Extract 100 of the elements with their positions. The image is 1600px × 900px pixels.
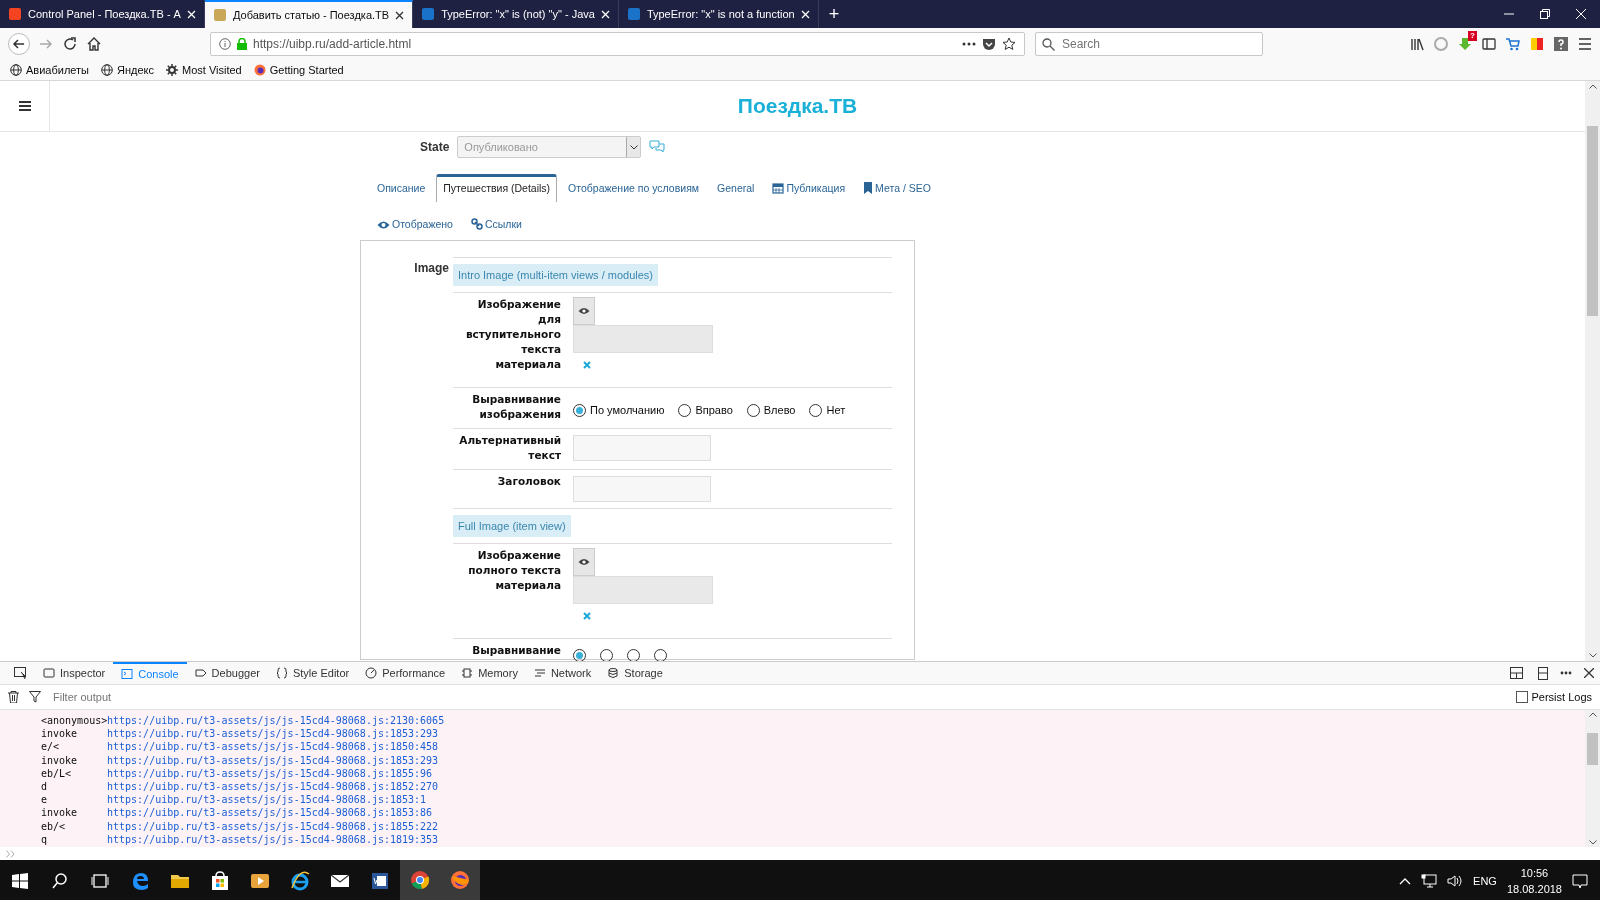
bookmark-item[interactable]: Most Visited: [166, 64, 242, 76]
radio-option[interactable]: По умолчанию: [573, 403, 665, 417]
radio-option[interactable]: Вправо: [678, 403, 733, 417]
chrome-icon[interactable]: [410, 870, 430, 890]
devtools-tab[interactable]: Console: [113, 662, 187, 684]
more-icon[interactable]: [962, 42, 976, 46]
source-link[interactable]: https://uibp.ru/t3-assets/js/js-15cd4-98068.js:1855:96: [107, 766, 433, 780]
sidebar-icon[interactable]: [1482, 37, 1496, 51]
scrollbar-thumb[interactable]: [1587, 126, 1598, 316]
star-icon[interactable]: [1002, 37, 1016, 51]
form-tab[interactable]: Ссылки: [463, 210, 529, 238]
new-tab-button[interactable]: +: [818, 0, 850, 28]
language-indicator[interactable]: ENG: [1473, 875, 1497, 887]
source-link[interactable]: https://uibp.ru/t3-assets/js/js-15cd4-98068.js:1853:293: [107, 753, 439, 767]
devtools-tab[interactable]: Performance: [357, 662, 454, 684]
function-name: invoke: [41, 753, 79, 767]
field-label: Заголовок: [496, 474, 561, 489]
image-path-field[interactable]: [573, 325, 713, 353]
search-field[interactable]: Search: [1035, 32, 1263, 56]
filter-field[interactable]: Filter output: [51, 690, 1507, 704]
preview-button[interactable]: [573, 548, 595, 576]
source-link[interactable]: https://uibp.ru/t3-assets/js/js-15cd4-98068.js:1855:222: [107, 819, 439, 833]
back-icon[interactable]: [8, 33, 30, 55]
devtools-tab[interactable]: Style Editor: [267, 662, 358, 684]
eye-icon: [578, 558, 590, 566]
form-tab[interactable]: Публикация: [765, 174, 853, 202]
task-view-icon[interactable]: [91, 872, 109, 890]
form-tab[interactable]: Отображение по условиям: [561, 174, 707, 202]
split-icon[interactable]: [1510, 667, 1526, 679]
source-link[interactable]: https://uibp.ru/t3-assets/js/js-15cd4-98068.js:1819:353: [107, 832, 439, 847]
page-favicon: [212, 8, 227, 22]
devtools-tab[interactable]: Debugger: [186, 662, 268, 684]
restore-icon[interactable]: [1540, 9, 1550, 19]
pocket-icon[interactable]: [982, 37, 996, 51]
bookmark-item[interactable]: Getting Started: [253, 64, 344, 76]
form-tab[interactable]: Описание: [370, 174, 433, 202]
edge-icon[interactable]: [130, 871, 150, 891]
trash-icon[interactable]: [8, 691, 19, 703]
text-input[interactable]: [573, 476, 711, 502]
image-path-field[interactable]: [573, 576, 713, 604]
folder-icon[interactable]: [170, 872, 190, 890]
braces-icon: [275, 667, 288, 679]
clear-icon[interactable]: [583, 361, 591, 369]
media-player-icon[interactable]: [250, 871, 270, 891]
devtools-tab[interactable]: Memory: [453, 662, 526, 684]
form-tab[interactable]: Отображено: [370, 210, 460, 238]
menu-icon[interactable]: [18, 101, 31, 111]
home-icon[interactable]: [86, 36, 102, 52]
close-icon[interactable]: [1584, 668, 1594, 678]
devtools-tab[interactable]: Storage: [599, 662, 671, 684]
store-icon[interactable]: [210, 871, 230, 891]
mail-icon[interactable]: [330, 873, 350, 889]
radio-option[interactable]: Нет: [809, 403, 846, 417]
element-picker-icon[interactable]: [14, 667, 27, 679]
network-icon[interactable]: [1421, 874, 1438, 888]
source-link[interactable]: https://uibp.ru/t3-assets/js/js-15cd4-98068.js:1853:293: [107, 727, 439, 741]
page-favicon: [8, 7, 22, 21]
text-input[interactable]: [573, 435, 711, 461]
bookmark-item[interactable]: Яндекс: [101, 64, 154, 76]
source-link[interactable]: https://uibp.ru/t3-assets/js/js-15cd4-98068.js:1852:270: [107, 780, 439, 794]
preview-button[interactable]: [573, 297, 595, 325]
chevron-up-icon[interactable]: [1399, 877, 1412, 885]
source-link[interactable]: https://uibp.ru/t3-assets/js/js-15cd4-98068.js:1850:458: [107, 740, 439, 754]
radio-option[interactable]: Влево: [746, 403, 796, 417]
browser-tab[interactable]: Добавить статью - Поездка.ТВ: [204, 0, 414, 28]
source-link[interactable]: https://uibp.ru/t3-assets/js/js-15cd4-98068.js:1853:86: [107, 806, 433, 820]
dock-icon[interactable]: [1538, 666, 1548, 680]
search-icon[interactable]: [51, 872, 69, 890]
filter-icon[interactable]: [29, 691, 41, 703]
notification-icon[interactable]: [1572, 873, 1588, 889]
console-icon: [121, 668, 134, 680]
windows-start-icon[interactable]: [12, 873, 28, 889]
devtools-tab[interactable]: Network: [525, 662, 600, 684]
page-favicon: [626, 7, 641, 21]
flag-icon[interactable]: [1530, 37, 1544, 51]
cart-icon[interactable]: [1506, 37, 1520, 51]
more-icon[interactable]: [1560, 671, 1572, 675]
persist-logs-checkbox[interactable]: Persist Logs: [1516, 691, 1592, 703]
address-bar[interactable]: https://uibp.ru/add-article.html: [210, 32, 1025, 56]
ie-icon[interactable]: [290, 871, 310, 891]
source-link[interactable]: https://uibp.ru/t3-assets/js/js-15cd4-98068.js:1853:1: [107, 793, 427, 807]
source-link[interactable]: https://uibp.ru/t3-assets/js/js-15cd4-98068.js:2130:6065: [107, 714, 445, 728]
bookmark-item[interactable]: Авиабилеты: [10, 64, 89, 76]
firefox-icon[interactable]: [450, 870, 470, 890]
database-icon: [607, 667, 620, 679]
document-app-icon[interactable]: [370, 871, 390, 891]
form-tab[interactable]: Мета / SEO: [856, 174, 938, 202]
scrollbar-thumb[interactable]: [1587, 732, 1598, 765]
download-arrow-icon[interactable]: [1458, 37, 1472, 51]
form-tab[interactable]: Путешествия (Details): [436, 174, 558, 202]
close-icon[interactable]: [395, 10, 405, 20]
reload-icon[interactable]: [62, 36, 78, 52]
clock[interactable]: 10:56 18.08.2018: [1506, 865, 1562, 897]
form-tab[interactable]: General: [710, 174, 762, 202]
menu-icon[interactable]: [1578, 38, 1592, 50]
clear-icon[interactable]: [583, 612, 591, 620]
help-icon[interactable]: [1554, 37, 1568, 51]
volume-icon[interactable]: [1447, 874, 1464, 888]
devtools-tab[interactable]: Inspector: [35, 662, 114, 684]
library-icon[interactable]: [1410, 37, 1424, 51]
